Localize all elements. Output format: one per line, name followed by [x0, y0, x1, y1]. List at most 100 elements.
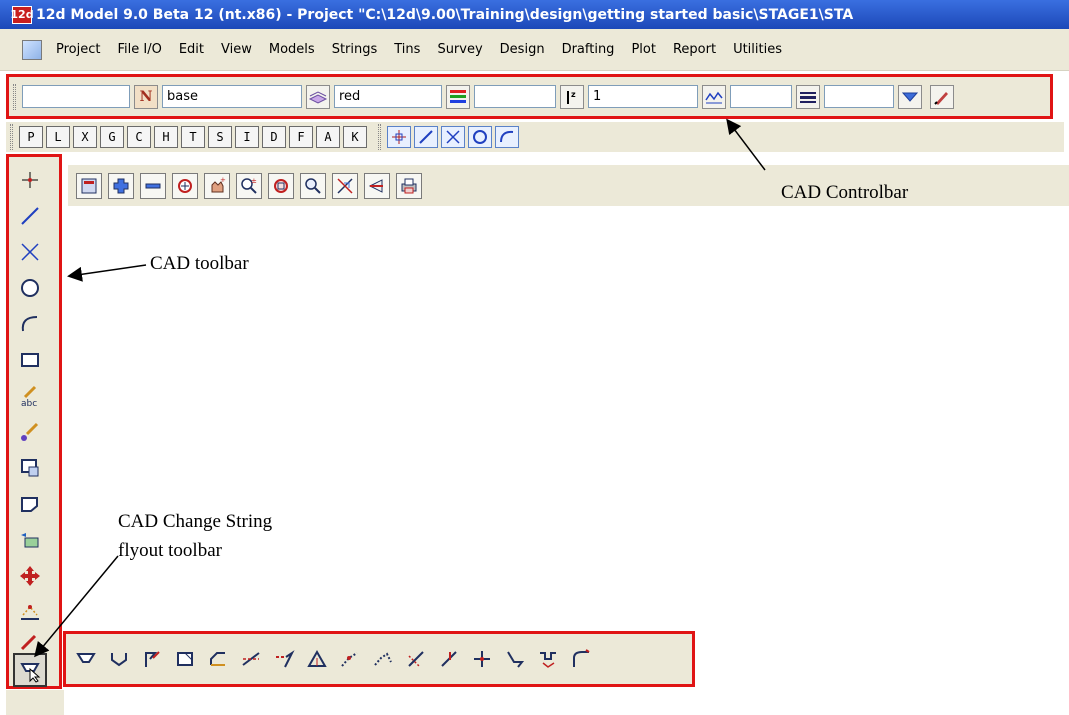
letter-button-d[interactable]: D: [262, 126, 286, 148]
change-string-3-icon[interactable]: [138, 645, 166, 673]
snap-point-icon[interactable]: [387, 126, 411, 148]
svg-text:+: +: [220, 176, 226, 184]
svg-text:abc: abc: [21, 399, 37, 409]
toolbar-grip[interactable]: [10, 124, 13, 150]
cad-point-icon[interactable]: [17, 167, 43, 193]
add-icon[interactable]: [108, 172, 134, 199]
app-logo-icon: 12d: [10, 5, 34, 24]
menu-view[interactable]: View: [221, 42, 252, 57]
letter-button-f[interactable]: F: [289, 126, 313, 148]
title-bar: 12d 12d Model 9.0 Beta 12 (nt.x86) - Pro…: [0, 0, 1069, 29]
pan-icon[interactable]: +: [204, 172, 230, 199]
cad-move-icon[interactable]: [17, 563, 43, 589]
field-6[interactable]: [730, 85, 792, 108]
cad-image-icon[interactable]: [17, 527, 43, 553]
cad-polygon-icon[interactable]: [17, 491, 43, 517]
svg-text:±: ±: [251, 177, 257, 185]
callout-cad-controlbar: CAD Controlbar: [781, 182, 909, 203]
snap-arc-icon[interactable]: [495, 126, 519, 148]
letter-button-i[interactable]: I: [235, 126, 259, 148]
change-string-7-icon[interactable]: [270, 645, 298, 673]
change-string-8-icon[interactable]: [303, 645, 331, 673]
print-icon[interactable]: [396, 172, 422, 199]
colour-picker-icon[interactable]: [446, 84, 470, 109]
change-string-10-icon[interactable]: [369, 645, 397, 673]
window-title: 12d Model 9.0 Beta 12 (nt.x86) - Project…: [36, 6, 854, 23]
letter-button-t[interactable]: T: [181, 126, 205, 148]
letter-button-g[interactable]: G: [100, 126, 124, 148]
change-string-16-icon[interactable]: [567, 645, 595, 673]
zoom-icon[interactable]: [300, 172, 326, 199]
remove-icon[interactable]: [140, 172, 166, 199]
zoom-extent-icon[interactable]: [172, 172, 198, 199]
linestyle-icon[interactable]: [702, 84, 726, 109]
clip-icon[interactable]: [332, 172, 358, 199]
change-string-6-icon[interactable]: [237, 645, 265, 673]
cad-line-icon[interactable]: [17, 203, 43, 229]
cad-change-string-icon[interactable]: [13, 653, 47, 687]
menu-utilities[interactable]: Utilities: [733, 42, 782, 57]
letter-button-p[interactable]: P: [19, 126, 43, 148]
cad-edit-icon[interactable]: [17, 627, 43, 653]
change-string-5-icon[interactable]: [204, 645, 232, 673]
change-string-15-icon[interactable]: [534, 645, 562, 673]
snap-line-icon[interactable]: [414, 126, 438, 148]
letter-button-h[interactable]: H: [154, 126, 178, 148]
pick-icon[interactable]: [930, 84, 954, 109]
cad-block-icon[interactable]: [17, 455, 43, 481]
cad-intersect-icon[interactable]: [17, 239, 43, 265]
letter-button-k[interactable]: K: [343, 126, 367, 148]
change-string-9-icon[interactable]: [336, 645, 364, 673]
name-field[interactable]: [22, 85, 130, 108]
callout-cad-change-string-line2: flyout toolbar: [118, 540, 222, 561]
model-field[interactable]: base: [162, 85, 302, 108]
field-7[interactable]: [824, 85, 894, 108]
letter-button-a[interactable]: A: [316, 126, 340, 148]
letter-button-c[interactable]: C: [127, 126, 151, 148]
zoom-window-icon[interactable]: [268, 172, 294, 199]
menu-edit[interactable]: Edit: [179, 42, 204, 57]
weight-field[interactable]: 1: [588, 85, 698, 108]
style-field[interactable]: [474, 85, 556, 108]
rotate-view-icon[interactable]: [364, 172, 390, 199]
dropdown-icon[interactable]: [898, 84, 922, 109]
change-string-13-icon[interactable]: [468, 645, 496, 673]
letter-button-l[interactable]: L: [46, 126, 70, 148]
menu-plot[interactable]: Plot: [631, 42, 656, 57]
zoom-in-out-icon[interactable]: ±: [236, 172, 262, 199]
line-weight-icon[interactable]: [796, 84, 820, 109]
menu-tins[interactable]: Tins: [394, 42, 420, 57]
toolbar-grip[interactable]: [13, 83, 16, 110]
change-string-2-icon[interactable]: [105, 645, 133, 673]
cad-arc-icon[interactable]: [17, 311, 43, 337]
z-value-icon[interactable]: z: [560, 84, 584, 109]
snap-circle-icon[interactable]: [468, 126, 492, 148]
letter-button-s[interactable]: S: [208, 126, 232, 148]
cad-dimension-icon[interactable]: [17, 599, 43, 625]
colour-field[interactable]: red: [334, 85, 442, 108]
change-string-11-icon[interactable]: [402, 645, 430, 673]
menu-report[interactable]: Report: [673, 42, 716, 57]
cad-text-icon[interactable]: abc: [17, 383, 43, 409]
cad-symbol-icon[interactable]: [17, 419, 43, 445]
letter-button-x[interactable]: X: [73, 126, 97, 148]
change-string-12-icon[interactable]: [435, 645, 463, 673]
model-button[interactable]: N: [134, 84, 158, 109]
change-string-1-icon[interactable]: [72, 645, 100, 673]
change-string-14-icon[interactable]: [501, 645, 529, 673]
menu-survey[interactable]: Survey: [437, 42, 482, 57]
change-string-4-icon[interactable]: [171, 645, 199, 673]
view-menu-icon[interactable]: [76, 172, 102, 199]
menu-drafting[interactable]: Drafting: [562, 42, 615, 57]
menu-strings[interactable]: Strings: [332, 42, 378, 57]
snap-intersect-icon[interactable]: [441, 126, 465, 148]
cad-rectangle-icon[interactable]: [17, 347, 43, 373]
toolbar-grip[interactable]: [378, 124, 381, 150]
model-list-icon[interactable]: [306, 84, 330, 109]
menu-models[interactable]: Models: [269, 42, 315, 57]
menu-file-io[interactable]: File I/O: [117, 42, 161, 57]
cad-circle-icon[interactable]: [17, 275, 43, 301]
document-icon[interactable]: [22, 39, 42, 60]
menu-project[interactable]: Project: [56, 42, 100, 57]
menu-design[interactable]: Design: [500, 42, 545, 57]
